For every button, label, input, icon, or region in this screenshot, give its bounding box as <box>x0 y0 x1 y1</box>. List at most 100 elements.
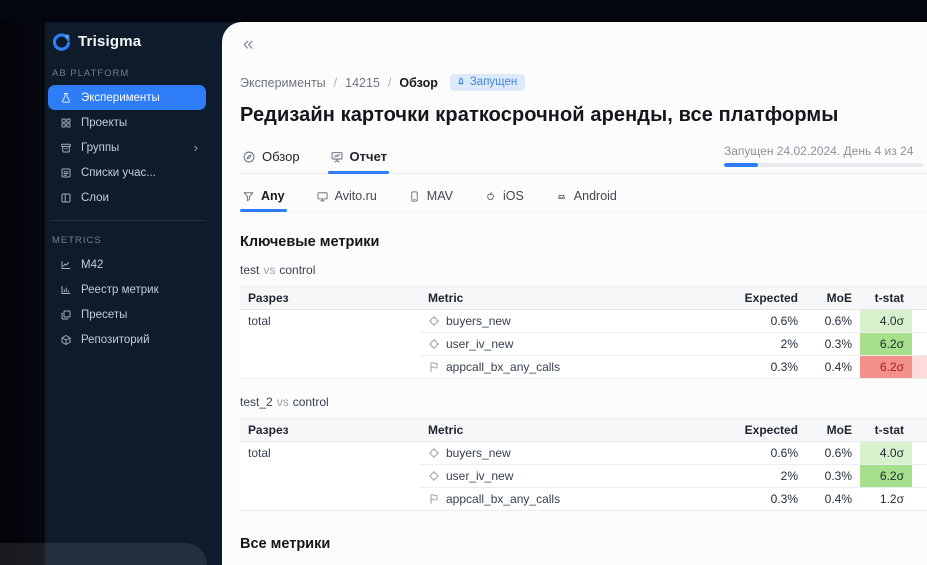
layout-icon <box>60 192 72 204</box>
experiment-progress-bar <box>724 163 923 167</box>
sidebar-item-label: Репозиторий <box>81 333 150 346</box>
target-icon <box>428 315 440 327</box>
comparison-label-test2: test_2 vs control <box>240 395 927 409</box>
sidebar-item-label: Списки учас... <box>81 166 156 179</box>
sidebar-divider <box>50 220 206 221</box>
breadcrumb-experiments[interactable]: Эксперименты <box>240 76 326 90</box>
table-row[interactable]: total buyers_new 0.6% 0.6% 4.0σ <box>240 441 927 511</box>
table-row[interactable]: total buyers_new 0.6% 0.6% 4.0σ <box>240 309 927 379</box>
left-edge-strip <box>0 0 45 565</box>
col-expected: Expected <box>690 286 806 310</box>
sidebar-item-experiments[interactable]: Эксперименты <box>48 85 206 110</box>
vs-label: vs <box>276 395 289 409</box>
tstat-value: 6.2σ <box>860 332 912 356</box>
key-metrics-table-test: Разрез Metric Expected MoE t-stat total … <box>240 286 927 379</box>
moe-value: 0.4% <box>806 487 860 511</box>
platform-tab-label: MAV <box>426 189 453 203</box>
tab-overview[interactable]: Обзор <box>240 149 302 173</box>
control-group-label: control <box>292 395 329 409</box>
chevron-right-icon[interactable]: › <box>194 141 198 154</box>
tab-label: Обзор <box>262 149 300 164</box>
page-title: Редизайн карточки краткосрочной аренды, … <box>240 104 839 126</box>
sidebar-item-label: Проекты <box>81 116 128 129</box>
sidebar-bottom-card <box>0 543 207 565</box>
platform-tab-label: Android <box>573 189 617 203</box>
flag-icon <box>428 361 440 373</box>
metric-name: user_iv_new <box>446 337 514 351</box>
col-expected: Expected <box>690 418 806 442</box>
col-tstat: t-stat <box>860 418 912 442</box>
platform-tab-mav[interactable]: MAV <box>406 189 455 211</box>
expected-value: 0.6% <box>690 441 806 465</box>
line-chart-icon <box>60 259 72 271</box>
target-icon <box>428 338 440 350</box>
col-extra <box>912 286 927 310</box>
sidebar-item-presets[interactable]: Пресеты <box>48 302 206 327</box>
window-topbar <box>0 0 927 22</box>
sidebar-item-participant-lists[interactable]: Списки учас... <box>48 160 206 185</box>
main-panel: « Эксперименты / 14215 / Обзор Запущен Р… <box>222 22 927 565</box>
tab-label: Отчет <box>349 149 387 164</box>
trisigma-logo-icon <box>52 32 71 51</box>
expected-value: 2% <box>690 332 806 356</box>
breadcrumb-separator: / <box>387 75 392 90</box>
moe-value: 0.6% <box>806 309 860 333</box>
archive-box-icon <box>60 142 72 154</box>
logo-text: Trisigma <box>78 32 142 50</box>
moe-value: 0.3% <box>806 464 860 488</box>
tstat-value: 4.0σ <box>860 309 912 333</box>
metric-name: user_iv_new <box>446 469 514 483</box>
expected-value: 0.3% <box>690 355 806 379</box>
table-header-row: Разрез Metric Expected MoE t-stat <box>240 418 927 442</box>
report-tabs: Обзор Отчет Запущен 24.02.2024. День 4 и… <box>240 144 927 174</box>
monitor-icon <box>316 190 329 203</box>
sidebar-item-repository[interactable]: Репозиторий <box>48 327 206 352</box>
platform-tab-android[interactable]: Android <box>553 189 619 211</box>
logo[interactable]: Trisigma <box>52 28 206 54</box>
breadcrumb-experiment-id[interactable]: 14215 <box>345 76 380 90</box>
moe-value: 0.6% <box>806 441 860 465</box>
control-group-label: control <box>279 263 316 277</box>
bar-chart-icon <box>60 284 72 296</box>
segment-cell: total <box>240 441 420 511</box>
tab-report[interactable]: Отчет <box>327 149 390 174</box>
metric-name: buyers_new <box>446 446 511 460</box>
metric-name: buyers_new <box>446 314 511 328</box>
segment-cell: total <box>240 309 420 379</box>
sidebar: Trisigma AB PLATFORM Эксперименты Проект… <box>48 28 206 352</box>
platform-tab-label: Avito.ru <box>334 189 377 203</box>
target-icon <box>428 447 440 459</box>
expected-value: 0.6% <box>690 309 806 333</box>
sidebar-item-metric-registry[interactable]: Реестр метрик <box>48 277 206 302</box>
sidebar-item-label: Слои <box>81 191 109 204</box>
key-metrics-table-test2: Разрез Metric Expected MoE t-stat total … <box>240 418 927 511</box>
breadcrumb-current: Обзор <box>399 75 438 90</box>
col-tstat: t-stat <box>860 286 912 310</box>
extra-cell <box>912 332 927 356</box>
comparison-label-test: test vs control <box>240 263 927 277</box>
package-icon <box>60 334 72 346</box>
moe-value: 0.4% <box>806 355 860 379</box>
platform-tab-avito[interactable]: Avito.ru <box>314 189 379 211</box>
sidebar-item-label: Пресеты <box>81 308 128 321</box>
vs-label: vs <box>263 263 276 277</box>
run-info: Запущен 24.02.2024. День 4 из 24 <box>724 144 923 173</box>
status-badge: Запущен <box>449 74 526 91</box>
sidebar-item-label: M42 <box>81 258 104 271</box>
platform-tab-label: iOS <box>502 189 524 203</box>
sidebar-item-projects[interactable]: Проекты <box>48 110 206 135</box>
collapse-sidebar-button[interactable]: « <box>243 35 254 54</box>
android-icon <box>555 190 568 203</box>
compass-icon <box>242 150 256 164</box>
platform-tab-ios[interactable]: iOS <box>482 189 526 211</box>
key-metrics-heading: Ключевые метрики <box>240 234 380 250</box>
presentation-icon <box>330 150 344 164</box>
platform-tab-any[interactable]: Any <box>240 189 287 212</box>
sidebar-item-m42[interactable]: M42 <box>48 252 206 277</box>
sidebar-item-label: Эксперименты <box>81 91 160 104</box>
sidebar-item-groups[interactable]: Группы › <box>48 135 206 160</box>
target-icon <box>428 470 440 482</box>
sidebar-item-layers[interactable]: Слои <box>48 185 206 210</box>
extra-cell <box>912 309 927 333</box>
sidebar-item-label: Реестр метрик <box>81 283 159 296</box>
